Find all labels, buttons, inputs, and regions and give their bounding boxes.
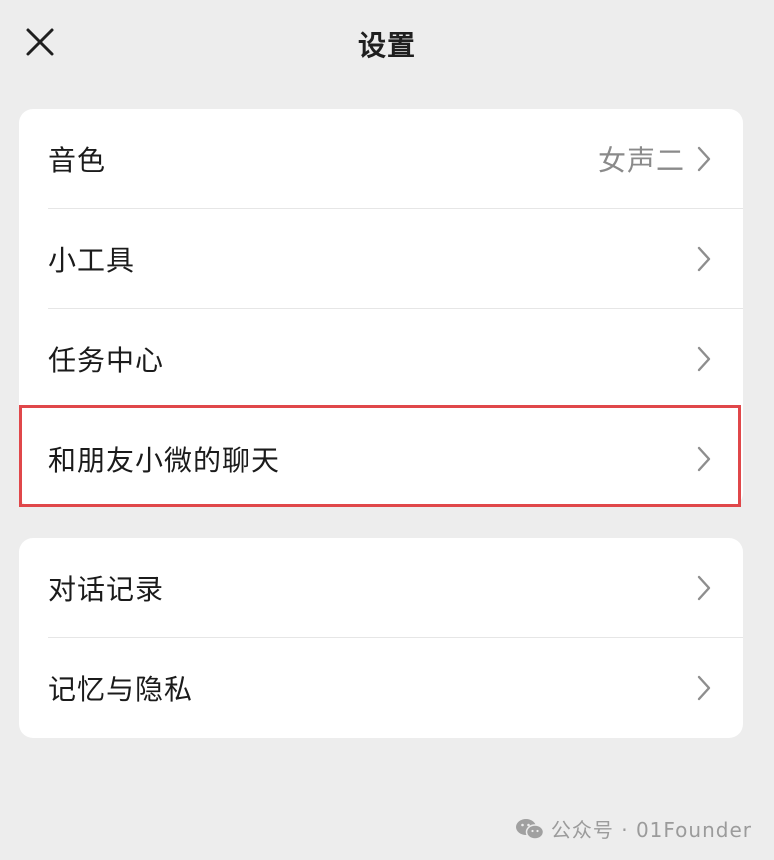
setting-row-tools[interactable]: 小工具 xyxy=(19,209,743,309)
settings-group-1: 音色 女声二 小工具 任务中心 和朋友小微的聊天 xyxy=(19,109,743,507)
wechat-icon xyxy=(515,818,545,840)
setting-row-chat-history[interactable]: 对话记录 xyxy=(19,538,743,638)
setting-row-chat-with-xiaowei[interactable]: 和朋友小微的聊天 xyxy=(19,409,743,509)
setting-row-voice[interactable]: 音色 女声二 xyxy=(19,109,743,209)
setting-label: 音色 xyxy=(48,144,107,177)
setting-label: 对话记录 xyxy=(48,573,165,606)
setting-label: 和朋友小微的聊天 xyxy=(48,444,281,477)
header: 设置 xyxy=(0,0,774,86)
chevron-right-icon xyxy=(695,574,713,602)
chevron-right-icon xyxy=(695,674,713,702)
chevron-right-icon xyxy=(695,345,713,373)
setting-row-task-center[interactable]: 任务中心 xyxy=(19,309,743,409)
watermark-text: 公众号 · 01Founder xyxy=(550,818,752,842)
page-title: 设置 xyxy=(357,29,416,62)
setting-row-memory-privacy[interactable]: 记忆与隐私 xyxy=(19,638,743,738)
watermark: 公众号 · 01Founder xyxy=(515,814,752,843)
setting-label: 任务中心 xyxy=(48,344,165,377)
setting-label: 记忆与隐私 xyxy=(48,673,194,706)
setting-label: 小工具 xyxy=(48,244,136,277)
settings-page: 设置 音色 女声二 小工具 任务中心 和朋友小微的聊天 对话记录 记忆与隐私 公… xyxy=(0,0,774,860)
settings-group-2: 对话记录 记忆与隐私 xyxy=(19,538,743,738)
chevron-right-icon xyxy=(695,445,713,473)
chevron-right-icon xyxy=(695,145,713,173)
setting-value: 女声二 xyxy=(597,144,685,177)
chevron-right-icon xyxy=(695,245,713,273)
